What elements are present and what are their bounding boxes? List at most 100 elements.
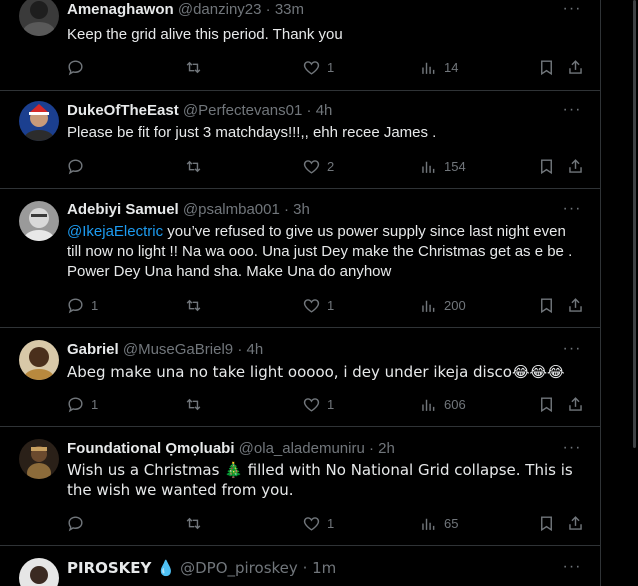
tweet[interactable]: Gabriel @MuseGaBriel9 · 4h ··· Abeg make… xyxy=(0,328,600,427)
tweet[interactable]: Adebiyi Samuel @psalmba001 · 3h ··· @Ike… xyxy=(0,189,600,328)
heart-icon xyxy=(303,60,320,75)
retweet-button[interactable] xyxy=(184,57,209,77)
views-button[interactable]: 65 xyxy=(419,513,458,533)
reply-button[interactable] xyxy=(66,513,91,533)
more-options-button[interactable]: ··· xyxy=(562,1,582,23)
avatar[interactable] xyxy=(19,201,59,241)
views-button[interactable]: 200 xyxy=(419,295,466,315)
author-handle[interactable]: @ola_alademuniru xyxy=(239,440,365,457)
tweet[interactable]: DukeOfTheEast @Perfectevans01 · 4h ··· P… xyxy=(0,91,600,189)
reply-count: 1 xyxy=(91,396,99,412)
author-name[interactable]: PIROSKEY 💧 xyxy=(67,559,175,577)
views-button[interactable]: 14 xyxy=(419,57,458,77)
avatar[interactable] xyxy=(19,101,59,141)
share-button[interactable] xyxy=(566,295,585,315)
tweet-time[interactable]: 3h xyxy=(293,201,310,218)
like-count: 1 xyxy=(327,515,335,531)
bookmark-button[interactable] xyxy=(537,513,556,533)
tweet-text: Wish us a Christmas 🎄 filled with No Nat… xyxy=(67,461,573,499)
reply-button[interactable] xyxy=(66,156,91,176)
retweet-icon xyxy=(186,517,201,529)
retweet-icon xyxy=(186,299,201,311)
reply-button[interactable]: 1 xyxy=(66,394,98,414)
author-name[interactable]: Gabriel xyxy=(67,341,119,358)
retweet-button[interactable] xyxy=(184,156,209,176)
views-button[interactable]: 606 xyxy=(419,394,466,414)
separator: · xyxy=(302,559,308,577)
tweet-time[interactable]: 33m xyxy=(275,1,304,18)
views-icon xyxy=(422,518,435,530)
bookmark-button[interactable] xyxy=(537,295,556,315)
more-options-button[interactable]: ··· xyxy=(562,102,582,124)
more-options-button[interactable]: ··· xyxy=(562,341,582,363)
author-handle[interactable]: @MuseGaBriel9 xyxy=(123,341,233,358)
like-button[interactable]: 1 xyxy=(302,513,334,533)
views-count: 14 xyxy=(444,59,459,75)
share-icon xyxy=(569,297,582,312)
more-options-button[interactable]: ··· xyxy=(562,559,582,581)
like-button[interactable]: 1 xyxy=(302,295,334,315)
author-handle[interactable]: @Perfectevans01 xyxy=(183,102,302,119)
share-button[interactable] xyxy=(566,513,585,533)
separator: · xyxy=(306,102,312,119)
like-button[interactable]: 1 xyxy=(302,394,334,414)
author-handle[interactable]: @psalmba001 xyxy=(183,201,280,218)
share-button[interactable] xyxy=(566,156,585,176)
retweet-icon xyxy=(186,61,201,73)
bookmark-icon xyxy=(541,158,552,174)
tweet-actions: 1 1 200 xyxy=(0,295,600,315)
share-button[interactable] xyxy=(566,394,585,414)
separator: · xyxy=(368,440,374,457)
author-name[interactable]: DukeOfTheEast xyxy=(67,102,179,119)
author-handle[interactable]: @DPO_piroskey xyxy=(180,559,298,577)
retweet-button[interactable] xyxy=(184,394,209,414)
like-button[interactable]: 2 xyxy=(302,156,334,176)
tweet[interactable]: Foundational Ọmọluabi @ola_alademuniru ·… xyxy=(0,427,600,546)
reply-icon xyxy=(68,158,83,174)
author-name[interactable]: Foundational Ọmọluabi xyxy=(67,440,235,457)
tweet[interactable]: Amenaghawon @danziny23 · 33m ··· Keep th… xyxy=(0,0,600,91)
author-handle[interactable]: @danziny23 xyxy=(178,1,262,18)
author-name[interactable]: Amenaghawon xyxy=(67,1,174,18)
tweet-text: @IkejaElectric you’ve refused to give us… xyxy=(67,222,582,282)
like-button[interactable]: 1 xyxy=(302,57,334,77)
more-options-button[interactable]: ··· xyxy=(562,201,582,223)
reply-button[interactable] xyxy=(66,57,91,77)
heart-icon xyxy=(303,516,320,531)
avatar[interactable] xyxy=(19,0,59,36)
bookmark-button[interactable] xyxy=(537,394,556,414)
tweet-feed: Amenaghawon @danziny23 · 33m ··· Keep th… xyxy=(0,0,601,586)
retweet-button[interactable] xyxy=(184,295,209,315)
views-count: 200 xyxy=(444,297,466,313)
tweet-actions: 2 154 xyxy=(0,156,600,176)
author-name[interactable]: Adebiyi Samuel xyxy=(67,201,179,218)
avatar[interactable] xyxy=(19,439,59,479)
bookmark-button[interactable] xyxy=(537,156,556,176)
tweet-header: Adebiyi Samuel @psalmba001 · 3h xyxy=(67,200,540,220)
tweet-time[interactable]: 1m xyxy=(312,559,336,577)
tweet-time[interactable]: 4h xyxy=(246,341,263,358)
tweet-actions: 1 14 xyxy=(0,57,600,77)
views-count: 154 xyxy=(444,158,466,174)
like-count: 1 xyxy=(327,59,335,75)
more-options-button[interactable]: ··· xyxy=(562,440,582,462)
tweet-time[interactable]: 4h xyxy=(316,102,333,119)
avatar[interactable] xyxy=(19,340,59,380)
like-count: 1 xyxy=(327,297,335,313)
retweet-button[interactable] xyxy=(184,513,209,533)
share-button[interactable] xyxy=(566,57,585,77)
tweet-header: DukeOfTheEast @Perfectevans01 · 4h xyxy=(67,101,540,121)
bookmark-button[interactable] xyxy=(537,57,556,77)
avatar[interactable] xyxy=(19,558,59,586)
reply-icon xyxy=(68,59,83,75)
separator: · xyxy=(237,341,243,358)
reply-button[interactable]: 1 xyxy=(66,295,98,315)
tweet[interactable]: PIROSKEY 💧 @DPO_piroskey · 1m ··· xyxy=(0,546,600,586)
scrollbar[interactable] xyxy=(633,0,636,448)
mention-link[interactable]: @IkejaElectric xyxy=(67,223,163,240)
tweet-actions: 1 65 xyxy=(0,513,600,533)
tweet-time[interactable]: 2h xyxy=(378,440,395,457)
views-count: 65 xyxy=(444,515,459,531)
views-button[interactable]: 154 xyxy=(419,156,466,176)
views-icon xyxy=(422,399,435,411)
